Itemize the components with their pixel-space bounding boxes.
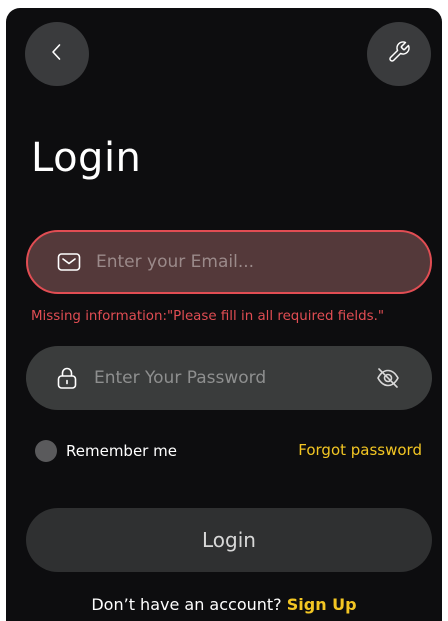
login-screen: Login Missing information:"Please fill i…	[6, 8, 442, 621]
error-message: Missing information:"Please fill in all …	[31, 309, 385, 324]
eye-off-icon[interactable]	[374, 364, 402, 392]
password-field[interactable]	[26, 346, 432, 410]
mail-icon	[56, 249, 82, 275]
email-input[interactable]	[96, 252, 370, 272]
forgot-password-link[interactable]: Forgot password	[298, 441, 422, 459]
password-input[interactable]	[94, 368, 372, 388]
login-button[interactable]: Login	[26, 508, 432, 572]
remember-me-radio[interactable]	[35, 440, 57, 462]
signup-prompt: Don’t have an account? Sign Up	[6, 595, 442, 614]
lock-icon	[54, 365, 80, 391]
chevron-left-icon	[47, 42, 67, 66]
signup-link[interactable]: Sign Up	[287, 595, 357, 614]
remember-me-label: Remember me	[66, 442, 177, 460]
back-button[interactable]	[25, 22, 89, 86]
settings-button[interactable]	[367, 22, 431, 86]
wrench-icon	[387, 40, 411, 68]
remember-me[interactable]: Remember me	[35, 440, 177, 462]
signup-prompt-text: Don’t have an account?	[91, 595, 287, 614]
email-field[interactable]	[26, 230, 432, 294]
page-title: Login	[31, 135, 142, 181]
